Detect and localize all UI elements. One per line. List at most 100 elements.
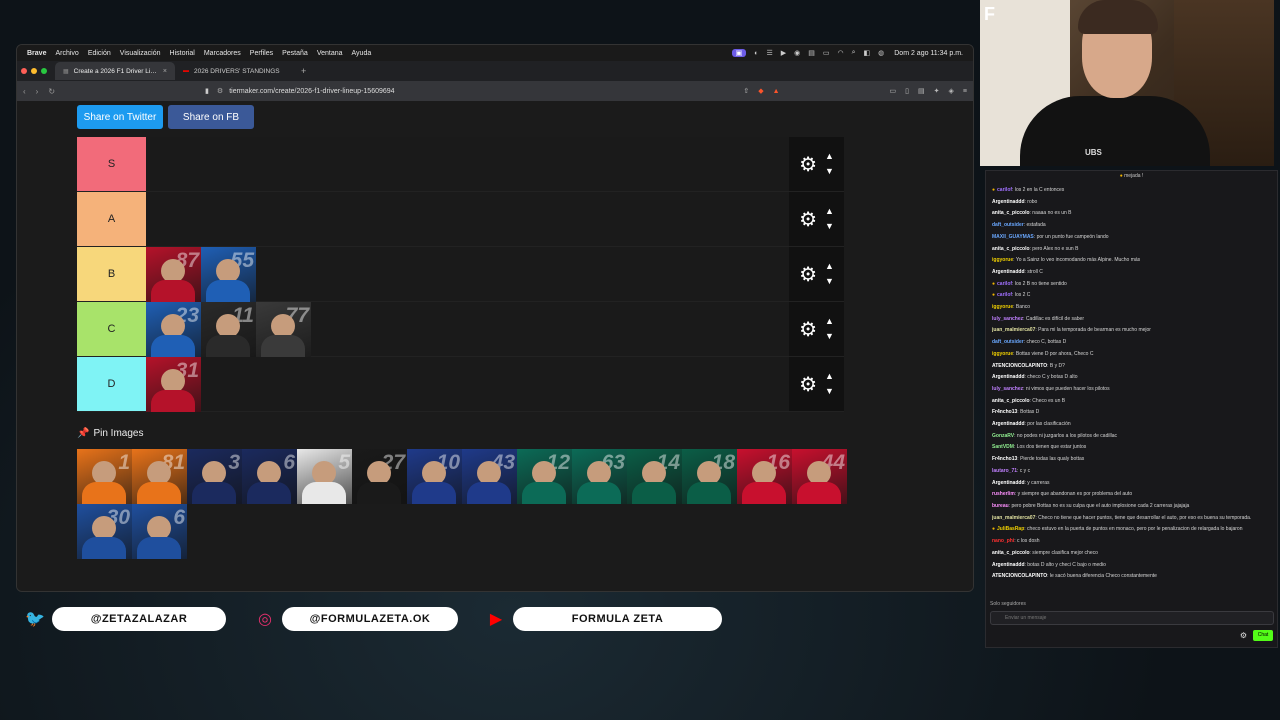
tab-standings[interactable]: ▬ 2026 DRIVERS' STANDINGS	[175, 62, 295, 80]
menu-ventana[interactable]: Ventana	[317, 50, 343, 57]
driver-card[interactable]: 44	[792, 449, 847, 504]
menubar-clock[interactable]: Dom 2 ago 11:34 p.m.	[894, 50, 963, 57]
chat-username[interactable]: lautaro_71	[992, 468, 1017, 474]
tier-settings-icon[interactable]: ⚙	[799, 317, 817, 342]
chat-username[interactable]: Argentinaddd	[992, 199, 1025, 205]
chat-username[interactable]: Fr4ncho13	[992, 456, 1017, 462]
driver-card[interactable]: 81	[132, 449, 187, 504]
driver-card[interactable]: 43	[462, 449, 517, 504]
tier-settings-icon[interactable]: ⚙	[799, 372, 817, 397]
chat-username[interactable]: juan_malmierca07	[992, 515, 1035, 521]
close-window-button[interactable]	[21, 68, 27, 74]
menu-pestana[interactable]: Pestaña	[282, 50, 308, 57]
chat-username[interactable]: juan_malmierca07	[992, 327, 1035, 333]
chat-username[interactable]: luly_sanchez	[992, 316, 1023, 322]
wallet-icon[interactable]: ▤	[918, 87, 925, 95]
driver-card[interactable]: 87	[146, 247, 201, 302]
driver-card[interactable]: 10	[407, 449, 462, 504]
grid-icon[interactable]: ☰	[766, 49, 772, 57]
chat-username[interactable]: anita_c_piccolo	[992, 398, 1030, 404]
tier-label[interactable]: D	[77, 357, 146, 411]
chat-username[interactable]: anita_c_piccolo	[992, 246, 1030, 252]
driver-card[interactable]: 16	[737, 449, 792, 504]
vpn-icon[interactable]: ◈	[949, 87, 954, 95]
screen-record-icon[interactable]: ▣	[731, 49, 747, 57]
chat-username[interactable]: Argentinaddd	[992, 374, 1025, 380]
chat-username[interactable]: rusherlim	[992, 491, 1015, 497]
move-tier-down-icon[interactable]: ▼	[825, 387, 834, 396]
move-tier-up-icon[interactable]: ▲	[825, 317, 834, 326]
menu-edicion[interactable]: Edición	[88, 50, 111, 57]
forward-icon[interactable]: ›	[36, 87, 39, 96]
driver-card[interactable]: 30	[77, 504, 132, 559]
chat-username[interactable]: MAXII_GUAYMAS	[992, 234, 1034, 240]
chat-username[interactable]: SantVDM	[992, 444, 1014, 450]
driver-card[interactable]: 14	[627, 449, 682, 504]
driver-card[interactable]: 3	[187, 449, 242, 504]
menu-ayuda[interactable]: Ayuda	[352, 50, 372, 57]
siri-icon[interactable]: ◍	[878, 49, 884, 57]
tier-label[interactable]: B	[77, 247, 146, 301]
brave-rewards-icon[interactable]: ▲	[773, 88, 780, 95]
driver-card[interactable]: 63	[572, 449, 627, 504]
driver-card[interactable]: 18	[682, 449, 737, 504]
driver-card[interactable]: 12	[517, 449, 572, 504]
control-center-icon[interactable]: ◧	[864, 49, 871, 57]
chat-username[interactable]: iggyorue	[992, 304, 1013, 310]
move-tier-down-icon[interactable]: ▼	[825, 332, 834, 341]
chat-username[interactable]: daft_outsider	[992, 339, 1024, 345]
menu-visualizacion[interactable]: Visualización	[120, 50, 161, 57]
chat-username[interactable]: GonzaRV	[992, 433, 1014, 439]
driver-card[interactable]: 77	[256, 302, 311, 357]
tier-label[interactable]: C	[77, 302, 146, 356]
chat-username[interactable]: ATENCIONCOLAPINTO	[992, 573, 1047, 579]
menu-marcadores[interactable]: Marcadores	[204, 50, 241, 57]
driver-card[interactable]: 27	[352, 449, 407, 504]
chat-username[interactable]: Argentinaddd	[992, 269, 1025, 275]
share-icon[interactable]: ⇧	[743, 87, 749, 95]
minimize-window-button[interactable]	[31, 68, 37, 74]
driver-card[interactable]: 31	[146, 357, 201, 412]
maximize-window-button[interactable]	[41, 68, 47, 74]
menu-historial[interactable]: Historial	[170, 50, 195, 57]
back-icon[interactable]: ‹	[23, 87, 26, 96]
menu-perfiles[interactable]: Perfiles	[250, 50, 273, 57]
leo-ai-icon[interactable]: ✦	[934, 87, 940, 95]
record-icon[interactable]: ◉	[794, 49, 800, 57]
chat-username[interactable]: daft_outsider	[992, 222, 1024, 228]
chat-username[interactable]: bureau	[992, 503, 1009, 509]
tier-drop-zone[interactable]	[146, 192, 789, 246]
driver-card[interactable]: 55	[201, 247, 256, 302]
chat-username[interactable]: carilof	[997, 281, 1012, 287]
chat-send-button[interactable]: Chat	[1253, 630, 1273, 641]
tier-drop-zone[interactable]: 87 55	[146, 247, 789, 302]
move-tier-down-icon[interactable]: ▼	[825, 167, 834, 176]
browser-menu-icon[interactable]: ≡	[963, 88, 967, 95]
new-tab-icon[interactable]: +	[301, 66, 306, 76]
driver-card[interactable]: 6	[242, 449, 297, 504]
sidebar-icon[interactable]: ▯	[905, 87, 909, 95]
chat-username[interactable]: Argentinaddd	[992, 421, 1025, 427]
share-facebook-button[interactable]: Share on FB	[168, 105, 254, 129]
bookmark-icon[interactable]: ▮	[205, 87, 209, 95]
tier-settings-icon[interactable]: ⚙	[799, 152, 817, 177]
search-icon[interactable]: ⌕	[852, 49, 856, 57]
move-tier-down-icon[interactable]: ▼	[825, 277, 834, 286]
tab-tiermaker[interactable]: ▦ Create a 2026 F1 Driver Lineup ×	[55, 62, 175, 80]
move-tier-down-icon[interactable]: ▼	[825, 222, 834, 231]
driver-card[interactable]: 23	[146, 302, 201, 357]
move-tier-up-icon[interactable]: ▲	[825, 207, 834, 216]
keyboard-icon[interactable]: ▤	[808, 49, 815, 57]
status-icon[interactable]: ◐	[754, 50, 758, 57]
tier-label[interactable]: A	[77, 192, 146, 246]
close-tab-icon[interactable]: ×	[163, 68, 167, 75]
chat-username[interactable]: anita_c_piccolo	[992, 210, 1030, 216]
tier-settings-icon[interactable]: ⚙	[799, 262, 817, 287]
chat-username[interactable]: nano_phi	[992, 538, 1014, 544]
reader-icon[interactable]: ▭	[890, 87, 897, 95]
brave-shields-icon[interactable]: ◆	[758, 87, 763, 95]
chat-username[interactable]: Argentinaddd	[992, 562, 1025, 568]
driver-card[interactable]: 6	[132, 504, 187, 559]
chat-username[interactable]: Fr4ncho13	[992, 409, 1017, 415]
tier-label[interactable]: S	[77, 137, 146, 191]
